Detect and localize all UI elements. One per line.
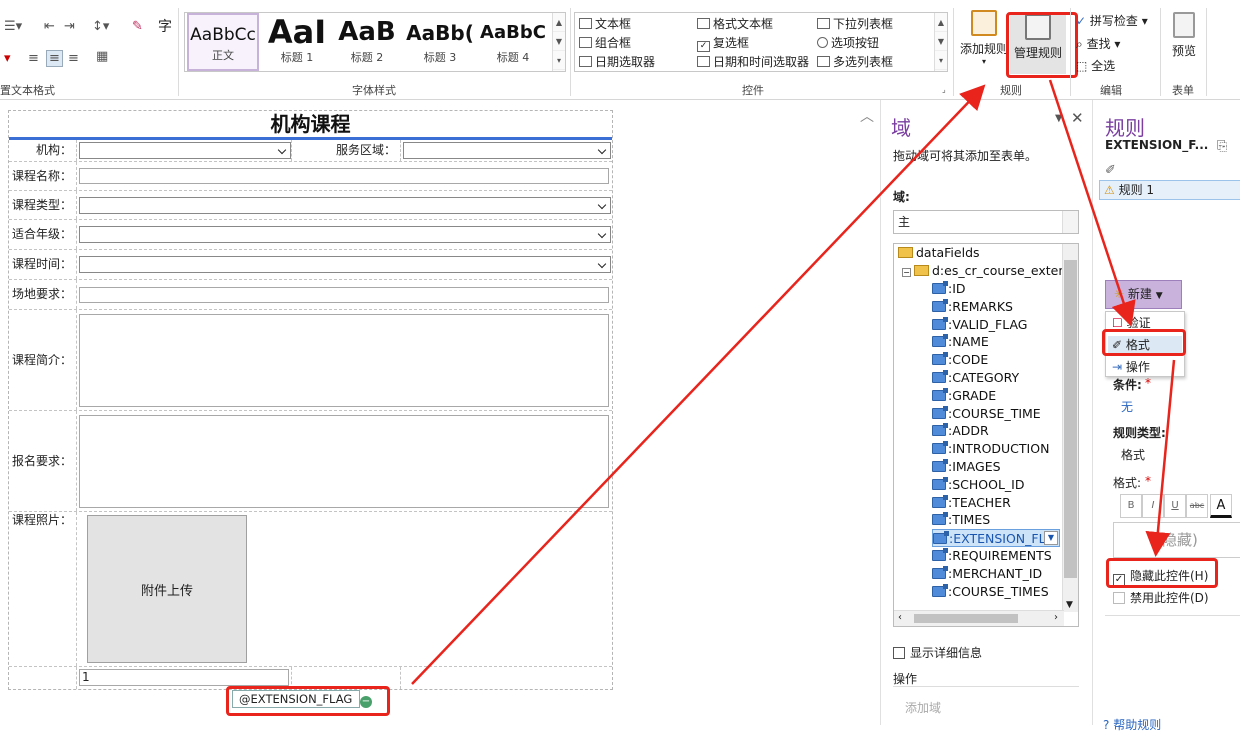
arrow-manage-to-format	[1048, 79, 1136, 327]
arrow-flag-to-manage-rules	[411, 84, 986, 685]
arrow-format-to-hide	[1145, 359, 1176, 557]
annotation-arrows	[411, 79, 1176, 685]
